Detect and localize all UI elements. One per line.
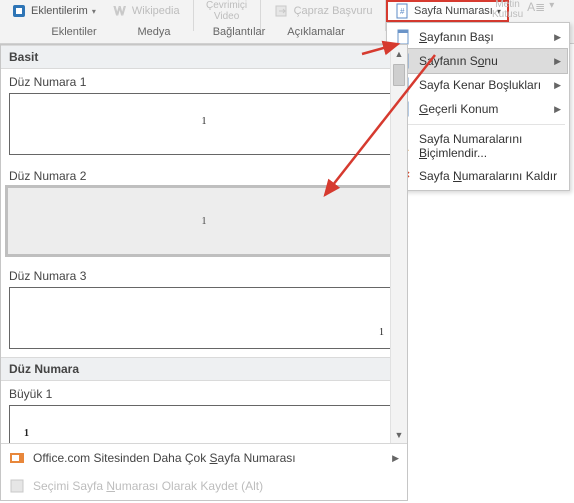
- gallery-item-duz3[interactable]: 1: [9, 287, 399, 349]
- more-icon[interactable]: ▾: [549, 0, 554, 11]
- menu-item-page-margins[interactable]: Sayfa Kenar Boşlukları ▶: [389, 73, 567, 97]
- gallery-footer: Office.com Sitesinden Daha Çok Sayfa Num…: [1, 443, 407, 500]
- text-box-button[interactable]: Metin Kutusu: [492, 0, 523, 20]
- gallery-item-label: Düz Numara 2: [1, 163, 407, 187]
- text-box-l2: Kutusu: [492, 10, 523, 20]
- page-number-sample: 1: [202, 116, 207, 127]
- page-number-sample: 1: [202, 216, 207, 227]
- online-video-l1: Çevrimiçi: [206, 0, 247, 11]
- wikipedia-button[interactable]: W Wikipedia: [107, 2, 185, 20]
- menu-item-label: Sayfa Numaralarını Kaldır: [419, 169, 557, 183]
- svg-text:W: W: [114, 4, 126, 18]
- group-label-baglantilar: Bağlantılar: [202, 26, 276, 38]
- save-selection-icon: [9, 478, 25, 494]
- gallery-scrollbar[interactable]: ▲ ▼: [390, 45, 407, 443]
- addins-icon: [11, 3, 27, 19]
- menu-item-top-of-page[interactable]: Sayfanın Başı ▶: [389, 25, 567, 49]
- gallery-item-label: Büyük 1: [1, 381, 407, 405]
- menu-item-label: Sayfa Numaralarını Biçimlendir...: [419, 132, 561, 160]
- gallery-footer-more-from-office[interactable]: Office.com Sitesinden Daha Çok Sayfa Num…: [1, 444, 407, 472]
- menu-item-label: Sayfanın Sonu: [419, 54, 498, 68]
- my-addins-button[interactable]: Eklentilerim ▾: [6, 2, 101, 20]
- gallery-item-duz1[interactable]: 1: [9, 93, 399, 155]
- menu-item-label: Geçerli Konum: [419, 102, 498, 116]
- menu-item-remove-page-numbers[interactable]: Sayfa Numaralarını Kaldır: [389, 164, 567, 188]
- cross-reference-label: Çapraz Başvuru: [294, 5, 373, 17]
- footer-label: Office.com Sitesinden Daha Çok Sayfa Num…: [33, 451, 296, 465]
- page-number-menu: Sayfanın Başı ▶ Sayfanın Sonu ▶ Sayfa Ke…: [386, 22, 570, 191]
- menu-separator: [391, 124, 565, 125]
- submenu-arrow-icon: ▶: [554, 32, 561, 43]
- textbox-button-area: Metin Kutusu A≣ ▾: [492, 0, 554, 20]
- submenu-arrow-icon: ▶: [392, 453, 399, 464]
- page-number-button[interactable]: # Sayfa Numarası ▾: [386, 0, 509, 22]
- page-number-sample: 1: [24, 428, 29, 439]
- page-number-sample: 1: [379, 327, 384, 338]
- my-addins-label: Eklentilerim: [31, 5, 88, 17]
- online-video-l2: Video: [214, 11, 239, 22]
- page-number-label: Sayfa Numarası: [414, 5, 493, 17]
- chevron-down-icon: ▾: [92, 7, 96, 16]
- online-video-button[interactable]: Çevrimiçi Video: [202, 0, 252, 22]
- menu-item-label: Sayfanın Başı: [419, 30, 494, 44]
- group-label-eklentiler: Eklentiler: [34, 26, 114, 38]
- group-label-medya: Medya: [126, 26, 182, 38]
- office-icon: [9, 450, 25, 466]
- gallery-group-header-duz-numara: Düz Numara: [1, 357, 407, 381]
- page-top-icon: [395, 29, 411, 45]
- submenu-arrow-icon: ▶: [554, 104, 561, 115]
- wikipedia-icon: W: [112, 3, 128, 19]
- footer-label: Seçimi Sayfa Numarası Olarak Kaydet (Alt…: [33, 479, 263, 493]
- gallery-item-label: Düz Numara 1: [1, 69, 407, 93]
- wikipedia-label: Wikipedia: [132, 5, 180, 17]
- menu-item-label: Sayfa Kenar Boşlukları: [419, 78, 541, 92]
- gallery-item-buyuk1[interactable]: 1: [9, 405, 399, 443]
- scroll-down-icon[interactable]: ▼: [391, 426, 407, 443]
- scroll-up-icon[interactable]: ▲: [391, 45, 407, 62]
- menu-item-bottom-of-page[interactable]: Sayfanın Sonu ▶: [389, 49, 567, 73]
- menu-item-format-page-numbers[interactable]: Sayfa Numaralarını Biçimlendir...: [389, 128, 567, 164]
- page-number-gallery: Basit Düz Numara 1 1 Düz Numara 2 1 Düz …: [0, 44, 408, 501]
- cross-reference-button[interactable]: Çapraz Başvuru: [269, 2, 378, 20]
- menu-item-current-position[interactable]: # Geçerli Konum ▶: [389, 97, 567, 121]
- gallery-item-duz2[interactable]: 1: [7, 187, 401, 255]
- gallery-group-header-basit: Basit: [1, 45, 407, 69]
- quick-parts-icon[interactable]: A≣: [527, 0, 545, 14]
- gallery-item-label: Düz Numara 3: [1, 263, 407, 287]
- submenu-arrow-icon: ▶: [554, 56, 561, 67]
- svg-text:#: #: [400, 7, 405, 16]
- submenu-arrow-icon: ▶: [554, 80, 561, 91]
- page-number-icon: #: [394, 3, 410, 19]
- group-label-aciklamalar: Açıklamalar: [282, 26, 350, 38]
- scroll-thumb[interactable]: [393, 64, 405, 86]
- gallery-footer-save-selection: Seçimi Sayfa Numarası Olarak Kaydet (Alt…: [1, 472, 407, 500]
- cross-ref-icon: [274, 3, 290, 19]
